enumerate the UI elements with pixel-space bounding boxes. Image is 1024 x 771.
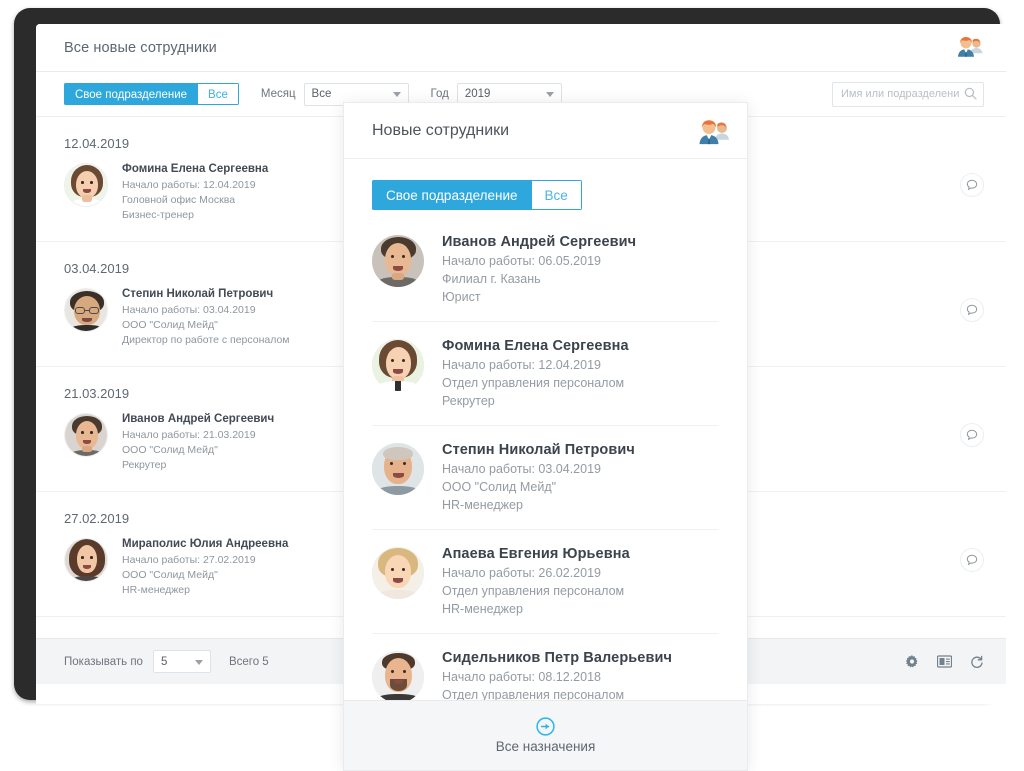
employee-unit: Отдел управления персоналом [442,376,625,390]
chevron-down-icon [545,92,554,97]
gear-icon[interactable] [905,654,919,669]
employee-unit: ООО "Солид Мейд" [122,444,218,456]
comment-bubble-icon[interactable] [960,298,984,322]
employee-role: Юрист [442,290,481,304]
chevron-down-icon [392,92,401,97]
arrow-right-circle-icon [536,717,555,736]
modal-scope-segmented-control[interactable]: Свое подразделение Все [372,180,582,210]
employee-start-date: Начало работы: 21.03.2019 [122,429,256,441]
employee-start-date: Начало работы: 12.04.2019 [122,179,256,191]
modal-scope-own-division-button[interactable]: Свое подразделение [372,180,532,210]
employee-start-date: Начало работы: 08.12.2018 [442,670,601,684]
footer-icon-group [905,654,984,669]
search-input[interactable] [832,81,984,107]
avatar [372,443,424,495]
search-field [832,81,984,107]
employee-role: HR-менеджер [442,602,523,616]
list-item[interactable]: Степин Николай Петрович Начало работы: 0… [372,426,719,530]
list-item-info: Мираполис Юлия Андреевна Начало работы: … [122,536,288,598]
employee-name: Иванов Андрей Сергеевич [122,413,275,425]
list-item[interactable]: Иванов Андрей Сергеевич Начало работы: 0… [372,218,719,322]
employee-name: Апаева Евгения Юрьевна [442,546,630,562]
list-item-info: Степин Николай Петрович Начало работы: 0… [442,442,635,514]
scope-own-division-button[interactable]: Свое подразделение [64,83,199,105]
employee-unit: Отдел управления персоналом [442,584,625,598]
employee-start-date: Начало работы: 03.04.2019 [122,304,256,316]
month-filter-label: Месяц [260,88,296,100]
employee-unit: Головной офис Москва [122,194,236,206]
list-item-info: Апаева Евгения Юрьевна Начало работы: 26… [442,546,630,618]
employee-role: Рекрутер [442,394,495,408]
year-filter-label: Год [430,88,449,100]
modal-title: Новые сотрудники [372,121,510,139]
employee-name: Степин Николай Петрович [122,288,274,300]
new-employees-modal: Новые сотрудники Свое подразделение Все [343,102,748,771]
card-view-icon[interactable] [937,655,952,668]
employee-name: Мираполис Юлия Андреевна [122,538,289,550]
modal-header: Новые сотрудники [344,103,747,159]
modal-employee-list[interactable]: Иванов Андрей Сергеевич Начало работы: 0… [344,218,747,700]
chevron-down-icon [194,659,203,665]
employee-unit: Отдел управления персоналом [442,688,625,700]
employee-name: Фомина Елена Сергеевна [122,163,269,175]
employee-name: Фомина Елена Сергеевна [442,338,629,354]
employee-role: Рекрутер [122,459,167,471]
list-item-info: Иванов Андрей Сергеевич Начало работы: 0… [442,234,636,306]
modal-scope-all-button[interactable]: Все [531,180,582,210]
employee-start-date: Начало работы: 06.05.2019 [442,254,601,268]
list-item[interactable]: Сидельников Петр Валерьевич Начало работ… [372,634,719,700]
avatar [372,235,424,287]
avatar [64,538,108,582]
per-page-select[interactable]: 5 [152,650,211,673]
total-count-label: Всего 5 [228,655,269,668]
people-icon [956,35,984,61]
employee-role: Бизнес-тренер [122,209,194,221]
modal-scope-control-wrap: Свое подразделение Все [344,159,747,218]
employee-start-date: Начало работы: 03.04.2019 [442,462,601,476]
year-select-value: 2019 [464,88,491,100]
employee-name: Иванов Андрей Сергеевич [442,234,637,250]
employee-role: HR-менеджер [122,584,190,596]
people-icon [697,118,729,144]
employee-unit: ООО "Солид Мейд" [442,480,557,494]
avatar [64,413,108,457]
list-item[interactable]: Фомина Елена Сергеевна Начало работы: 12… [372,322,719,426]
employee-unit: ООО "Солид Мейд" [122,319,218,331]
comment-bubble-icon[interactable] [960,173,984,197]
list-item-info: Фомина Елена Сергеевна Начало работы: 12… [442,338,629,410]
scope-all-button[interactable]: Все [198,83,239,105]
list-item-info: Фомина Елена Сергеевна Начало работы: 12… [122,161,268,223]
per-page-value: 5 [160,655,168,668]
avatar [64,288,108,332]
avatar [372,651,424,700]
comment-bubble-icon[interactable] [960,548,984,572]
avatar [372,547,424,599]
employee-unit: ООО "Солид Мейд" [122,569,218,581]
list-item-info: Степин Николай Петрович Начало работы: 0… [122,286,290,348]
employee-start-date: Начало работы: 12.04.2019 [442,358,601,372]
per-page-label: Показывать по [64,655,143,668]
employee-start-date: Начало работы: 26.02.2019 [442,566,601,580]
employee-role: Директор по работе с персоналом [122,334,290,346]
page-title: Все новые сотрудники [64,39,217,56]
scope-segmented-control[interactable]: Свое подразделение Все [64,83,239,105]
all-assignments-label: Все назначения [495,739,596,754]
list-item-info: Иванов Андрей Сергеевич Начало работы: 2… [122,411,274,473]
avatar [64,163,108,207]
app-header: Все новые сотрудники [36,24,1006,72]
employee-role: HR-менеджер [442,498,523,512]
employee-start-date: Начало работы: 27.02.2019 [122,554,256,566]
avatar [372,339,424,391]
month-select-value: Все [311,88,332,100]
comment-bubble-icon[interactable] [960,423,984,447]
all-assignments-button[interactable]: Все назначения [344,700,747,770]
list-item[interactable]: Апаева Евгения Юрьевна Начало работы: 26… [372,530,719,634]
refresh-icon[interactable] [970,655,984,669]
list-item-info: Сидельников Петр Валерьевич Начало работ… [442,650,672,700]
employee-name: Сидельников Петр Валерьевич [442,650,672,666]
screenshot-stage: Все новые сотрудники Свое подразделение … [0,0,1024,771]
employee-name: Степин Николай Петрович [442,442,635,458]
employee-unit: Филиал г. Казань [442,272,541,286]
